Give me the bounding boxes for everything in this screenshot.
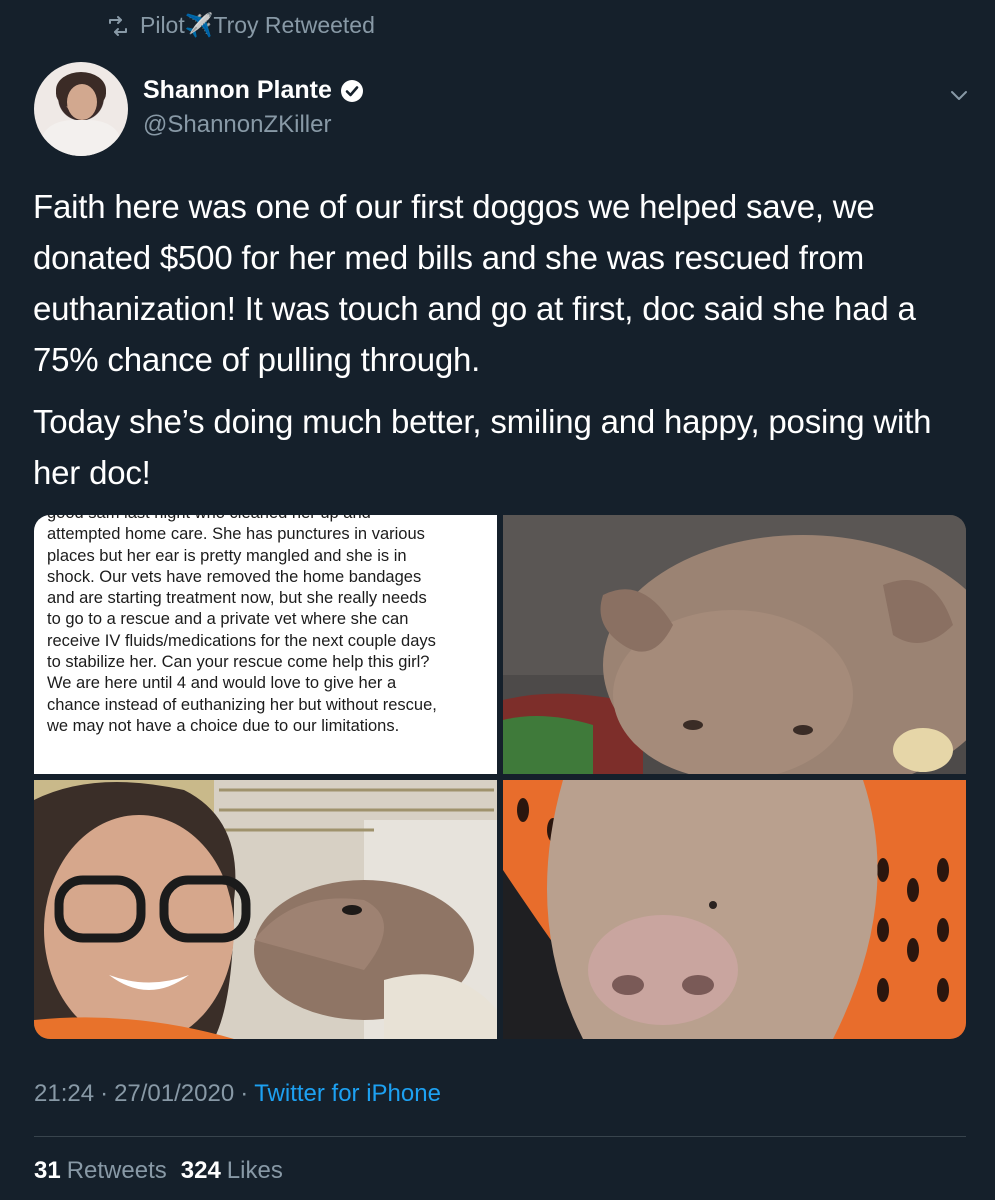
divider	[34, 1136, 966, 1137]
likes-stat[interactable]: 324 Likes	[181, 1157, 283, 1185]
chevron-down-icon	[951, 91, 967, 100]
verified-badge-icon	[340, 79, 363, 102]
author-handle[interactable]: @ShannonZKiller	[143, 111, 364, 139]
screenshot-line: and are starting treatment now, but she …	[47, 589, 427, 608]
screenshot-line: to stabilize her. Can your rescue come h…	[47, 653, 430, 672]
retweets-stat[interactable]: 31 Retweets	[34, 1157, 167, 1185]
author-block[interactable]: Shannon Plante @ShannonZKiller	[143, 76, 364, 139]
screenshot-line: we may not have a choice due to our limi…	[47, 716, 400, 735]
screenshot-line: to go to a rescue and a private vet wher…	[47, 610, 409, 629]
media-photo-dog-nose-closeup[interactable]	[503, 780, 966, 1039]
tweet-text: Faith here was one of our first doggos w…	[33, 181, 973, 509]
screenshot-line: We are here until 4 and would love to gi…	[47, 674, 397, 693]
screenshot-line: good sam last night who cleaned her up a…	[47, 515, 487, 524]
media-photo-dog-lying[interactable]	[503, 515, 966, 774]
retweet-icon	[109, 15, 127, 36]
screenshot-line: places but her ear is pretty mangled and…	[47, 546, 407, 565]
author-display-name[interactable]: Shannon Plante	[143, 76, 332, 105]
screenshot-line: attempted home care. She has punctures i…	[47, 525, 425, 544]
screenshot-line: shock. Our vets have removed the home ba…	[47, 567, 422, 586]
retweet-label: Pilot✈️Troy Retweeted	[140, 12, 375, 38]
tweet-menu-button[interactable]	[944, 80, 974, 110]
media-screenshot-text-image[interactable]: good sam last night who cleaned her up a…	[34, 515, 497, 774]
avatar[interactable]	[34, 62, 128, 156]
tweet-time[interactable]: 21:24	[34, 1080, 94, 1108]
tweet-source-link[interactable]: Twitter for iPhone	[254, 1080, 441, 1108]
media-grid: good sam last night who cleaned her up a…	[34, 515, 966, 1039]
media-photo-vet-with-dog[interactable]	[34, 780, 497, 1039]
tweet-meta: 21:24 · 27/01/2020 · Twitter for iPhone	[34, 1080, 441, 1108]
screenshot-line: chance instead of euthanizing her but wi…	[47, 695, 437, 714]
retweet-header[interactable]: Pilot✈️Troy Retweeted	[106, 12, 375, 39]
tweet-date[interactable]: 27/01/2020	[114, 1080, 234, 1108]
tweet-stats: 31 Retweets 324 Likes	[34, 1157, 283, 1185]
tweet-paragraph: Today she’s doing much better, smiling a…	[33, 403, 932, 491]
screenshot-line: receive IV fluids/medications for the ne…	[47, 631, 436, 650]
tweet-paragraph: Faith here was one of our first doggos w…	[33, 188, 916, 378]
